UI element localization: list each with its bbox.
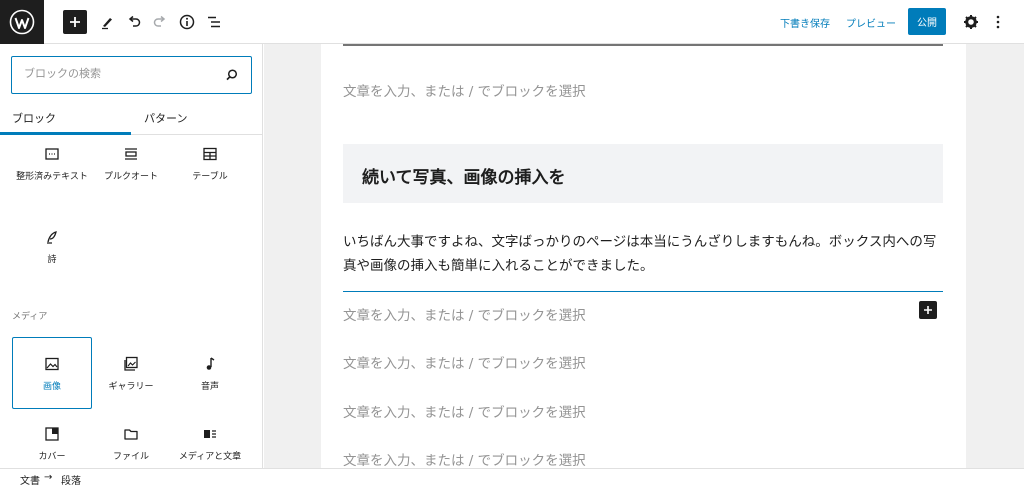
- block-item-label: テーブル: [192, 172, 228, 182]
- tools-button[interactable]: [95, 10, 119, 34]
- paragraph-line: 真や画像の挿入も簡単に入れることができました。: [343, 258, 654, 274]
- category-heading-media: メディア: [12, 312, 48, 322]
- search-input[interactable]: [24, 67, 214, 80]
- block-item-gallery[interactable]: ギャラリー: [91, 354, 171, 393]
- block-item-file[interactable]: ファイル: [91, 424, 171, 463]
- block-item-label: ファイル: [112, 452, 149, 462]
- block-item-pullquote[interactable]: プルクオート: [91, 144, 171, 183]
- empty-paragraph-placeholder[interactable]: 文章を入力、または / でブロックを選択: [343, 401, 586, 421]
- active-tab-indicator: [0, 132, 131, 135]
- image-icon: [45, 357, 59, 371]
- block-item-label: ギャラリー: [108, 382, 154, 392]
- publish-button[interactable]: 公開: [908, 8, 946, 35]
- breadcrumb-separator: →: [44, 472, 53, 483]
- heading-block[interactable]: 続いて写真、画像の挿入を: [343, 144, 943, 203]
- block-item-label: プルクオート: [103, 172, 158, 182]
- pencil-icon: [102, 18, 112, 30]
- separator-block[interactable]: [343, 44, 943, 46]
- empty-paragraph-placeholder[interactable]: 文章を入力、または / でブロックを選択: [343, 449, 586, 469]
- save-draft-button[interactable]: 下書き保存: [780, 15, 830, 30]
- pullquote-icon: [125, 148, 137, 160]
- folder-icon: [124, 429, 138, 440]
- breadcrumb-item-document[interactable]: 文書: [20, 472, 40, 487]
- tab-blocks[interactable]: ブロック: [12, 110, 56, 126]
- redo-button[interactable]: [148, 10, 172, 34]
- paragraph-line: いちばん大事ですよね、文字ばっかりのページは本当にうんざりしますもんね。ボックス…: [343, 234, 937, 250]
- more-vertical-icon: [996, 15, 1000, 29]
- paragraph-block[interactable]: いちばん大事ですよね、文字ばっかりのページは本当にうんざりしますもんね。ボックス…: [343, 230, 943, 278]
- block-search-box[interactable]: [11, 56, 252, 94]
- redo-icon: [153, 15, 166, 27]
- undo-icon: [128, 15, 141, 27]
- plus-icon: [924, 306, 932, 314]
- block-inserter-panel: ブロック パターン 整形済みテキスト プルクオート テーブル: [0, 44, 263, 468]
- inline-add-block-button[interactable]: [919, 301, 937, 319]
- heading-text[interactable]: 続いて写真、画像の挿入を: [362, 163, 566, 188]
- options-button[interactable]: [986, 10, 1010, 34]
- list-view-button[interactable]: [202, 10, 226, 34]
- empty-paragraph-placeholder[interactable]: 文章を入力、または / でブロックを選択: [343, 80, 586, 100]
- empty-paragraph-placeholder[interactable]: 文章を入力、または / でブロックを選択: [343, 352, 586, 372]
- block-item-label: 音声: [200, 382, 219, 392]
- block-item-image[interactable]: 画像: [12, 354, 92, 393]
- audio-icon: [206, 357, 215, 370]
- block-item-label: 詩: [47, 255, 57, 265]
- preview-button[interactable]: プレビュー: [846, 15, 896, 30]
- block-item-label: メディアと文章: [178, 452, 242, 462]
- verse-icon: [47, 231, 57, 244]
- gear-icon: [964, 15, 978, 29]
- search-icon: [226, 69, 238, 81]
- breadcrumb-item-paragraph[interactable]: 段落: [61, 472, 81, 487]
- gallery-icon: [124, 356, 138, 371]
- active-block-indicator: [343, 291, 943, 292]
- top-toolbar: 下書き保存 プレビュー 公開: [0, 0, 1024, 44]
- undo-button[interactable]: [122, 10, 146, 34]
- add-block-button[interactable]: [63, 10, 87, 34]
- details-button[interactable]: [175, 10, 199, 34]
- media-text-icon: [204, 430, 216, 438]
- block-item-table[interactable]: テーブル: [170, 144, 250, 183]
- settings-button[interactable]: [959, 10, 983, 34]
- preformatted-icon: [45, 148, 59, 160]
- block-item-label: 整形済みテキスト: [16, 172, 88, 182]
- block-item-media-text[interactable]: メディアと文章: [170, 424, 250, 463]
- block-item-label: 画像: [42, 382, 61, 392]
- wordpress-logo-icon[interactable]: [0, 0, 44, 44]
- breadcrumb: 文書 → 段落: [0, 468, 1024, 487]
- plus-icon: [70, 17, 80, 27]
- block-item-label: カバー: [38, 452, 66, 462]
- block-item-audio[interactable]: 音声: [170, 354, 250, 393]
- tab-patterns[interactable]: パターン: [144, 110, 187, 126]
- block-item-verse[interactable]: 詩: [12, 227, 92, 266]
- block-item-cover[interactable]: カバー: [12, 424, 92, 463]
- block-item-preformatted[interactable]: 整形済みテキスト: [12, 144, 92, 183]
- cover-icon: [45, 427, 59, 441]
- list-view-icon: [208, 16, 220, 28]
- empty-paragraph-placeholder[interactable]: 文章を入力、または / でブロックを選択: [343, 304, 586, 324]
- table-icon: [203, 147, 217, 161]
- info-icon: [179, 14, 195, 30]
